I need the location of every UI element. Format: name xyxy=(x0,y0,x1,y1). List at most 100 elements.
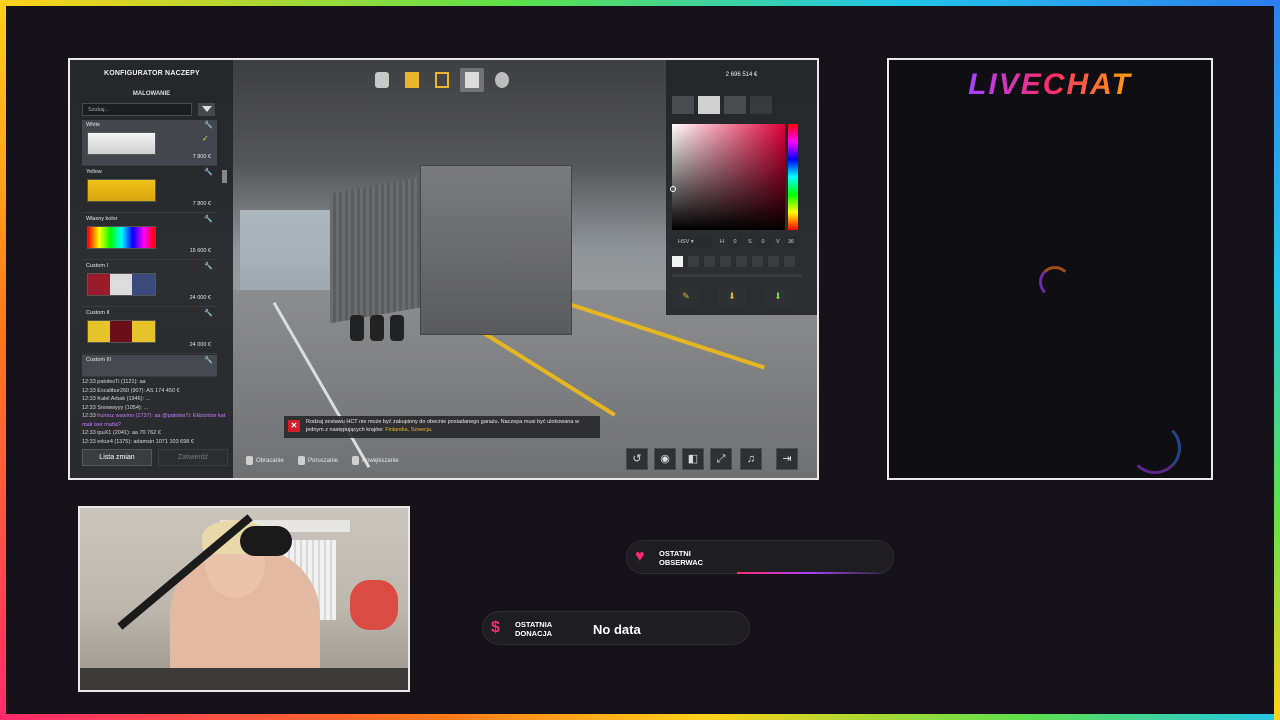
split-view-icon[interactable]: ◧ xyxy=(682,448,704,470)
overlay-frame-right xyxy=(1274,0,1280,720)
red-bag xyxy=(350,580,398,630)
wrench-icon[interactable]: 🔧 xyxy=(204,262,213,270)
v-label: V xyxy=(776,239,780,245)
paint-swatch xyxy=(87,179,156,202)
last-follower-widget: ♥ OSTATNI OBSERWAC xyxy=(626,540,894,574)
paint-name: Custom II xyxy=(86,310,110,316)
paint-price: 7 800 € xyxy=(192,154,211,160)
hsv-inputs: HSV ▾ H 0 S 0 V 36 xyxy=(672,236,802,248)
save-color-icon[interactable]: ⬇ xyxy=(718,288,746,306)
paint-item-custom-i[interactable]: Custom I 🔧 24 000 € xyxy=(82,261,217,307)
exit-icon[interactable]: ⇥ xyxy=(776,448,798,470)
overlay-frame-left xyxy=(0,0,6,720)
wrench-icon[interactable]: 🔧 xyxy=(204,356,213,364)
move-hint: Poruszanie xyxy=(298,456,338,465)
tool-parts-icon[interactable] xyxy=(430,68,454,92)
paint-swatch xyxy=(87,320,156,343)
h-input[interactable]: 0 xyxy=(728,236,742,248)
tool-trailer-icon[interactable] xyxy=(460,68,484,92)
color-mode-select[interactable]: HSV ▾ xyxy=(672,236,712,248)
eyedropper-icon[interactable]: ✎ xyxy=(672,288,700,306)
decorative-ring-icon xyxy=(1129,422,1181,474)
paint-swatch xyxy=(87,226,156,249)
paint-name: Yellow xyxy=(86,169,102,175)
s-input[interactable]: 0 xyxy=(756,236,770,248)
error-icon: ✕ xyxy=(288,420,300,432)
palette-slot[interactable] xyxy=(688,256,699,267)
paint-list-scrollbar[interactable] xyxy=(222,170,227,183)
warning-message: ✕ Rodzaj zestawu HCT nie może być zakupi… xyxy=(284,416,600,438)
hue-slider[interactable] xyxy=(788,124,798,230)
palette-slot[interactable] xyxy=(784,256,795,267)
picker-tab[interactable] xyxy=(724,96,746,114)
picker-tab-active[interactable] xyxy=(698,96,720,114)
paint-item-custom-iii[interactable]: Custom III 🔧 xyxy=(82,355,217,377)
trailer-wheel xyxy=(350,315,364,341)
warning-text: Rodzaj zestawu HCT nie może być zakupion… xyxy=(306,419,579,433)
chat-line: 12:33 Snowwyyy (1054): ... xyxy=(82,404,149,411)
paint-item-white[interactable]: White 🔧 ✓ 7 800 € xyxy=(82,120,217,166)
paint-price: 7 800 € xyxy=(192,201,211,207)
picker-tab[interactable] xyxy=(750,96,772,114)
pose-icon[interactable]: ♫ xyxy=(740,448,762,470)
filter-icon[interactable] xyxy=(198,103,215,116)
paint-name: Custom III xyxy=(86,357,112,363)
reset-view-icon[interactable]: ◉ xyxy=(654,448,676,470)
fullscreen-icon[interactable]: ⤢ xyxy=(710,448,732,470)
picker-tab[interactable] xyxy=(672,96,694,114)
paint-name: White xyxy=(86,122,101,128)
wrench-icon[interactable]: 🔧 xyxy=(204,121,213,129)
h-label: H xyxy=(720,239,724,245)
section-title: MALOWANIE xyxy=(132,91,171,97)
paint-price: 24 000 € xyxy=(189,295,211,301)
configurator-title: KONFIGURATOR NACZEPY xyxy=(104,70,200,77)
confirm-button[interactable]: Zatwierdź xyxy=(158,449,228,466)
tool-chassis-icon[interactable] xyxy=(370,68,394,92)
trailer-model[interactable] xyxy=(330,165,580,350)
ingame-chat-log: 12:33 patolesTi (1121): aa 12:33 Excalib… xyxy=(82,378,232,446)
palette-slot[interactable] xyxy=(768,256,779,267)
v-input[interactable]: 36 xyxy=(784,236,798,248)
donation-value: No data xyxy=(593,622,641,637)
change-list-button[interactable]: Lista zmian xyxy=(82,449,152,466)
wrench-icon[interactable]: 🔧 xyxy=(204,215,213,223)
wrench-icon[interactable]: 🔧 xyxy=(204,168,213,176)
palette-slot[interactable] xyxy=(736,256,747,267)
undo-icon[interactable]: ↺ xyxy=(626,448,648,470)
trailer-wheel xyxy=(390,315,404,341)
paint-price: 24 000 € xyxy=(189,342,211,348)
trailer-rear xyxy=(420,165,572,335)
desk xyxy=(80,668,408,690)
overlay-frame-bottom xyxy=(0,714,1280,720)
donation-label: OSTATNIA DONACJA xyxy=(515,620,553,638)
loading-spinner-icon xyxy=(1039,266,1071,298)
player-money: 2 696 514 € xyxy=(725,72,758,78)
mouse-icon xyxy=(246,456,253,465)
load-palette-icon[interactable]: ⬇ xyxy=(764,288,792,306)
paint-item-custom-color[interactable]: Własny kolor 🔧 15 600 € xyxy=(82,214,217,260)
zoom-hint: Powiększanie xyxy=(352,456,399,465)
last-donation-widget: $ OSTATNIA DONACJA No data xyxy=(482,611,750,645)
selected-check-icon: ✓ xyxy=(202,134,209,143)
tool-paint-icon[interactable] xyxy=(400,68,424,92)
palette-slot[interactable] xyxy=(704,256,715,267)
saturation-value-area[interactable] xyxy=(672,124,785,230)
color-picker-panel: 2 696 514 € HSV ▾ H 0 S 0 V 36 ✎ ⬇ ⬇ xyxy=(666,60,817,315)
trailer-wheel xyxy=(370,315,384,341)
palette-slot[interactable] xyxy=(672,256,683,267)
palette-slot[interactable] xyxy=(752,256,763,267)
dollar-icon: $ xyxy=(491,619,500,636)
palette-slot[interactable] xyxy=(720,256,731,267)
tool-accessory-icon[interactable] xyxy=(490,68,514,92)
mouse-icon xyxy=(298,456,305,465)
livechat-panel: LIVECHAT xyxy=(887,58,1213,480)
opacity-slider[interactable] xyxy=(672,274,802,277)
paint-item-custom-ii[interactable]: Custom II 🔧 24 000 € xyxy=(82,308,217,354)
paint-price: 15 600 € xyxy=(189,248,211,254)
paint-item-yellow[interactable]: Yellow 🔧 7 800 € xyxy=(82,167,217,213)
color-cursor[interactable] xyxy=(670,186,676,192)
paint-search-input[interactable]: Szukaj... xyxy=(82,103,192,116)
wrench-icon[interactable]: 🔧 xyxy=(204,309,213,317)
chat-line: 12:33 hurouz wawino (1737): aa @patolesT… xyxy=(82,413,226,428)
chat-line: 12:33 Excalibur260 (907): AS 174 450 € xyxy=(82,387,180,394)
